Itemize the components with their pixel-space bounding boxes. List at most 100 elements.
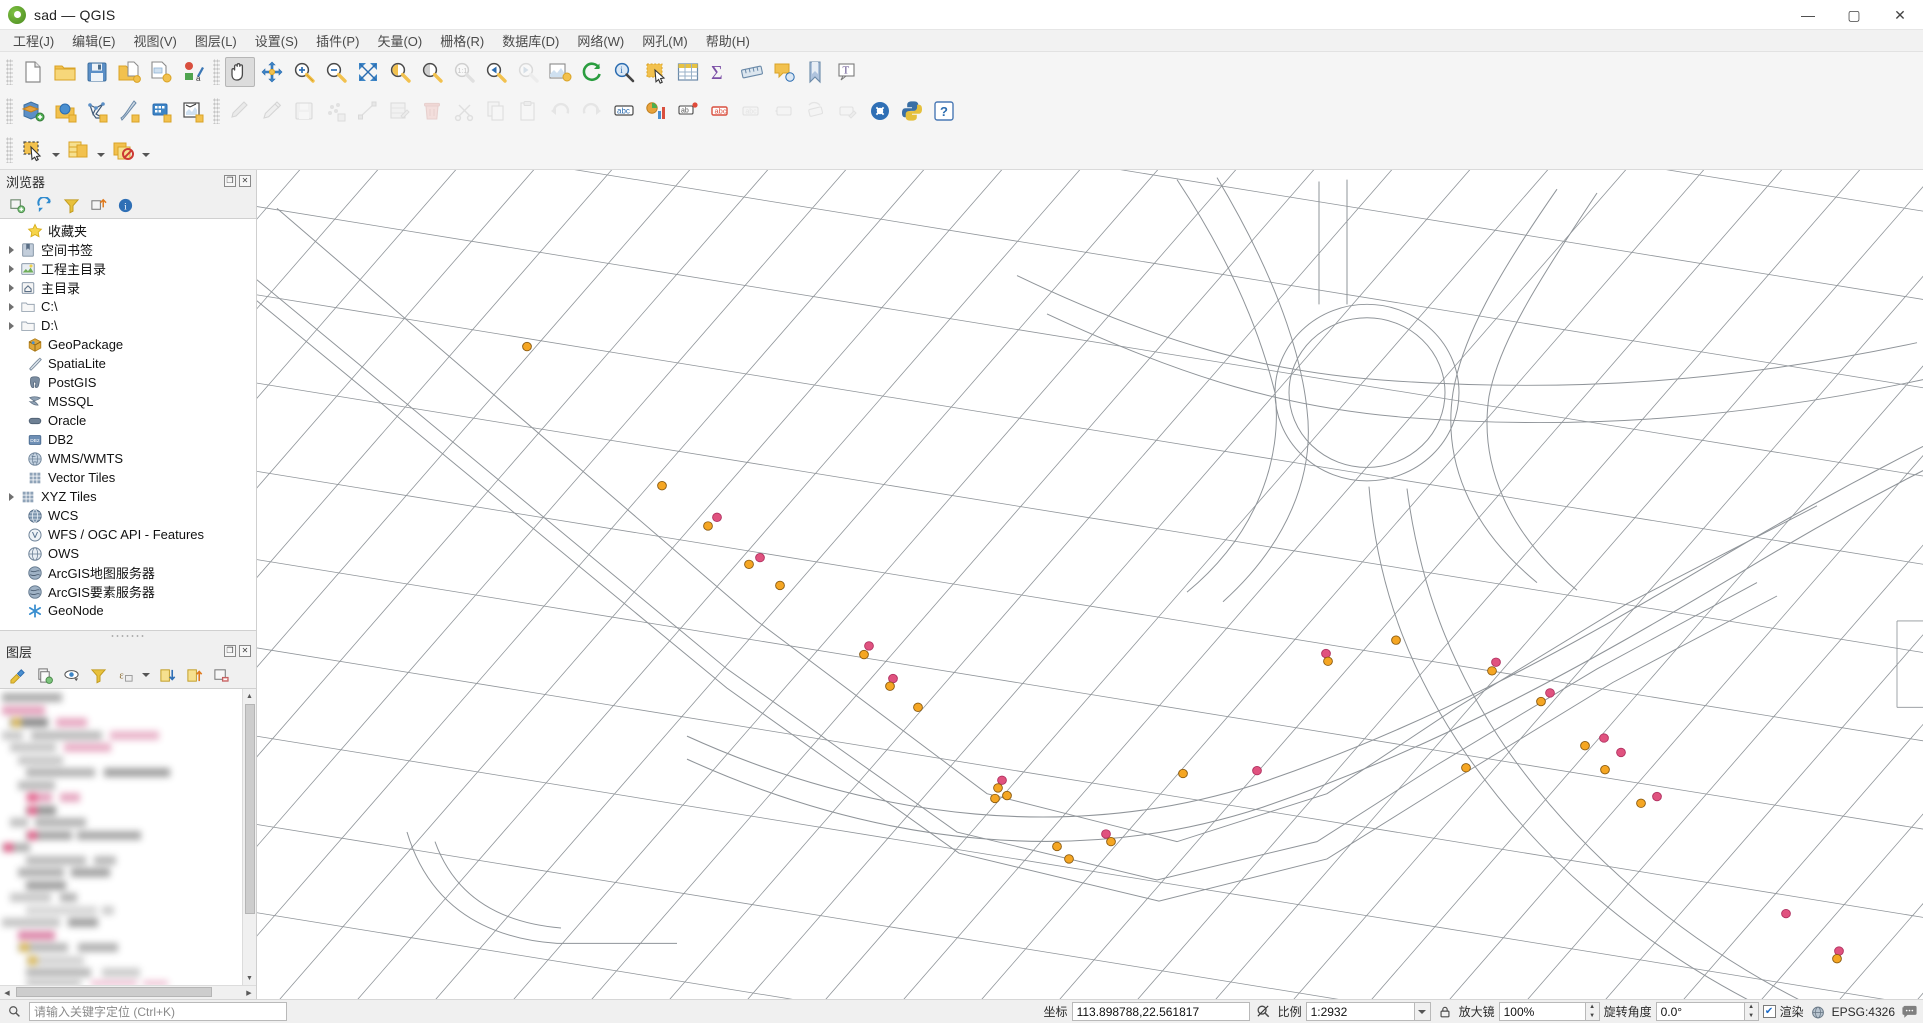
zoom-to-selection-button[interactable] — [385, 57, 415, 87]
collapse-all-button[interactable] — [182, 664, 206, 686]
map-point-feature[interactable] — [885, 681, 895, 691]
zoom-to-layer-button[interactable] — [417, 57, 447, 87]
minimize-button[interactable]: — — [1785, 0, 1831, 30]
map-point-feature[interactable] — [1636, 798, 1646, 808]
browser-tree-item[interactable]: 空间书签 — [0, 240, 256, 259]
zoom-in-button[interactable] — [289, 57, 319, 87]
browser-tree-item[interactable]: WFS / OGC API - Features — [0, 525, 256, 544]
map-point-feature[interactable] — [522, 341, 532, 352]
layers-panel-close-button[interactable]: ✕ — [239, 645, 251, 657]
browser-tree-item[interactable]: ArcGIS地图服务器 — [0, 563, 256, 582]
map-point-feature[interactable] — [913, 702, 923, 712]
menu-mesh[interactable]: 网孔(M) — [633, 29, 697, 52]
rotation-field[interactable]: 0.0° — [1655, 1002, 1744, 1021]
menu-raster[interactable]: 栅格(R) — [431, 29, 493, 52]
maximize-button[interactable]: ▢ — [1831, 0, 1877, 30]
map-point-feature[interactable] — [1832, 954, 1842, 964]
menu-view[interactable]: 视图(V) — [125, 29, 186, 52]
new-map-view-button[interactable] — [545, 57, 575, 87]
scale-field[interactable]: 1:2932 — [1305, 1002, 1414, 1021]
map-point-features[interactable] — [522, 341, 1923, 999]
map-point-feature[interactable] — [997, 775, 1007, 785]
menu-settings[interactable]: 设置(S) — [246, 29, 307, 52]
add-raster-layer-button[interactable] — [50, 96, 80, 126]
panel-splitter[interactable] — [0, 631, 256, 640]
filter-legend-expression-button[interactable]: ε — [113, 664, 137, 686]
python-console-button[interactable] — [897, 96, 927, 126]
add-vector-layer-button[interactable] — [18, 96, 48, 126]
toolbar-grip[interactable] — [213, 58, 220, 85]
highlight-pinned-labels-button[interactable]: ab — [673, 96, 703, 126]
open-layer-styling-button[interactable] — [5, 664, 29, 686]
browser-tree-item[interactable]: Vector Tiles — [0, 468, 256, 487]
browser-tree-item[interactable]: D:\ — [0, 316, 256, 335]
label-button[interactable]: abc — [609, 96, 639, 126]
refresh-browser-button[interactable] — [32, 194, 56, 216]
browser-tree-item[interactable]: SpatiaLite — [0, 354, 256, 373]
map-point-feature[interactable] — [1545, 688, 1555, 698]
browser-tree-item[interactable]: GeoNode — [0, 601, 256, 620]
open-attribute-table-button[interactable] — [673, 57, 703, 87]
enable-properties-button[interactable]: i — [113, 194, 137, 216]
new-bookmark-button[interactable] — [801, 57, 831, 87]
toolbar-grip[interactable] — [6, 97, 13, 124]
map-point-feature[interactable] — [1052, 841, 1062, 852]
browser-panel-close-button[interactable]: ✕ — [239, 175, 251, 187]
toolbar-grip[interactable] — [213, 97, 220, 124]
menu-layer[interactable]: 图层(L) — [186, 29, 246, 52]
messages-icon[interactable] — [1899, 1002, 1919, 1022]
help-contents-button[interactable]: ? — [929, 96, 959, 126]
expand-arrow-icon[interactable] — [4, 487, 18, 506]
crs-label[interactable]: EPSG:4326 — [1832, 1005, 1895, 1019]
magnifier-stepper[interactable]: ▲ ▼ — [1584, 1002, 1600, 1021]
menu-help[interactable]: 帮助(H) — [697, 29, 759, 52]
scroll-right-arrow-icon[interactable]: ▶ — [242, 986, 256, 1000]
magnifier-spinner[interactable]: 100% ▲ ▼ — [1498, 1002, 1600, 1021]
scroll-left-arrow-icon[interactable]: ◀ — [0, 986, 14, 1000]
close-button[interactable]: ✕ — [1877, 0, 1923, 30]
menu-project[interactable]: 工程(J) — [4, 29, 63, 52]
new-project-button[interactable] — [18, 57, 48, 87]
map-point-feature[interactable] — [1834, 946, 1844, 956]
toolbar-grip[interactable] — [6, 136, 13, 163]
text-annotation-button[interactable]: T — [833, 57, 863, 87]
chevron-down-icon[interactable] — [139, 135, 152, 165]
add-layer-button[interactable] — [5, 194, 29, 216]
chevron-down-icon[interactable] — [94, 135, 107, 165]
map-point-feature[interactable] — [744, 559, 754, 570]
browser-tree-item[interactable]: 收藏夹 — [0, 221, 256, 240]
add-mesh-layer-button[interactable] — [82, 96, 112, 126]
menu-vector[interactable]: 矢量(O) — [368, 29, 431, 52]
expand-arrow-icon[interactable] — [4, 316, 18, 335]
browser-tree-item[interactable]: WMS/WMTS — [0, 449, 256, 468]
map-point-feature[interactable] — [775, 580, 785, 591]
statistics-button[interactable]: Σ — [705, 57, 735, 87]
new-print-layout-button[interactable] — [146, 57, 176, 87]
map-point-feature[interactable] — [1391, 635, 1401, 645]
refresh-button[interactable] — [577, 57, 607, 87]
browser-tree-item[interactable]: C:\ — [0, 297, 256, 316]
layers-panel-float-button[interactable]: ❐ — [224, 645, 236, 657]
scale-dropdown-icon[interactable] — [1413, 1002, 1431, 1021]
zoom-out-button[interactable] — [321, 57, 351, 87]
browser-tree[interactable]: 收藏夹 空间书签 工程主目录 主目录 C:\ D:\ GeoPackage SpatiaLit… — [0, 218, 256, 631]
identify-features-button[interactable]: i — [609, 57, 639, 87]
map-point-feature[interactable] — [1580, 741, 1590, 751]
map-point-feature[interactable] — [1781, 908, 1791, 919]
expand-arrow-icon[interactable] — [4, 240, 18, 259]
menu-database[interactable]: 数据库(D) — [493, 29, 568, 52]
map-point-feature[interactable] — [1461, 763, 1471, 773]
map-point-feature[interactable] — [1252, 765, 1262, 776]
browser-tree-item[interactable]: OWS — [0, 544, 256, 563]
map-point-feature[interactable] — [859, 649, 869, 660]
map-point-feature[interactable] — [1002, 790, 1012, 801]
menu-web[interactable]: 网络(W) — [568, 29, 633, 52]
open-project-button[interactable] — [50, 57, 80, 87]
rotation-spinner[interactable]: 0.0° ▲ ▼ — [1655, 1002, 1759, 1021]
map-point-feature[interactable] — [1652, 791, 1662, 802]
select-features-tool-button[interactable] — [18, 135, 48, 165]
browser-tree-item[interactable]: GeoPackage — [0, 335, 256, 354]
expand-all-button[interactable] — [155, 664, 179, 686]
save-project-as-button[interactable] — [114, 57, 144, 87]
processing-toolbox-button[interactable] — [865, 96, 895, 126]
